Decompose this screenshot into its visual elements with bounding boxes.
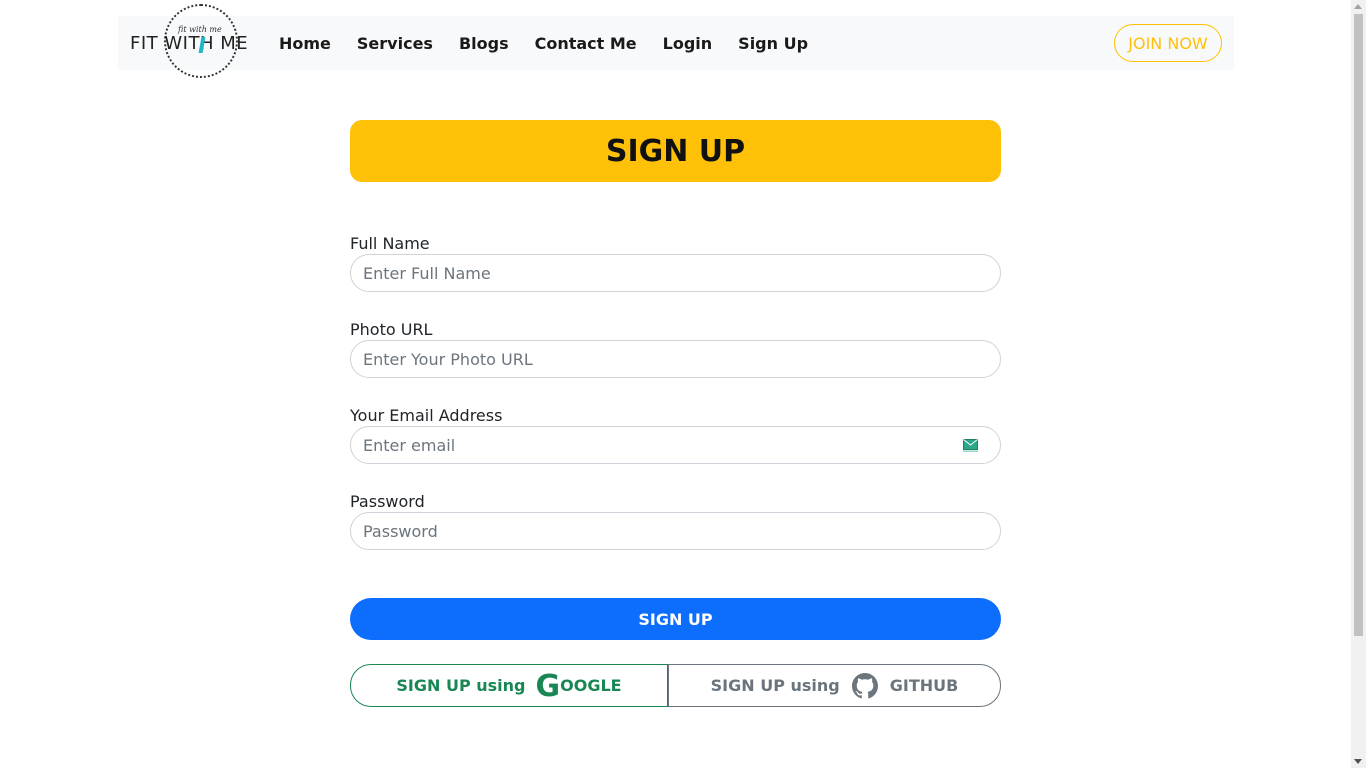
nav-link-services[interactable]: Services bbox=[357, 34, 433, 53]
github-signup-button[interactable]: SIGN UP using GITHUB bbox=[668, 664, 1001, 707]
nav-link-blogs[interactable]: Blogs bbox=[459, 34, 509, 53]
nav-link-signup[interactable]: Sign Up bbox=[738, 34, 808, 53]
signup-form: SIGN UP Full Name Enter Full Name Photo … bbox=[350, 120, 1001, 707]
email-label: Your Email Address bbox=[350, 406, 503, 425]
navbar: fit with me FIT WITH ME Home Services Bl… bbox=[118, 4, 1234, 78]
logo[interactable]: fit with me FIT WITH ME bbox=[130, 4, 250, 78]
password-group: Password Password bbox=[350, 492, 1001, 550]
nav-link-home[interactable]: Home bbox=[279, 34, 331, 53]
github-prefix-text: SIGN UP using bbox=[710, 676, 840, 695]
email-input[interactable]: Enter email bbox=[350, 426, 1001, 464]
photo-url-label: Photo URL bbox=[350, 320, 433, 339]
nav-links: Home Services Blogs Contact Me Login Sig… bbox=[279, 16, 834, 70]
email-icon bbox=[963, 439, 978, 452]
oauth-button-group: SIGN UP using G OOGLE SIGN UP using GITH… bbox=[350, 664, 1001, 707]
scrollbar-thumb[interactable] bbox=[1354, 14, 1363, 636]
github-icon bbox=[851, 672, 878, 699]
google-rest-text: OOGLE bbox=[560, 676, 622, 695]
scroll-up-arrow-icon[interactable] bbox=[1354, 4, 1362, 9]
password-input[interactable]: Password bbox=[350, 512, 1001, 550]
google-signup-button[interactable]: SIGN UP using G OOGLE bbox=[350, 664, 668, 707]
full-name-label: Full Name bbox=[350, 234, 430, 253]
form-title: SIGN UP bbox=[350, 120, 1001, 182]
scroll-down-arrow-icon[interactable] bbox=[1354, 759, 1362, 764]
page-scrollbar[interactable] bbox=[1351, 0, 1366, 768]
nav-link-login[interactable]: Login bbox=[663, 34, 713, 53]
nav-link-contact[interactable]: Contact Me bbox=[535, 34, 637, 53]
password-label: Password bbox=[350, 492, 425, 511]
email-group: Your Email Address Enter email bbox=[350, 406, 1001, 464]
full-name-input[interactable]: Enter Full Name bbox=[350, 254, 1001, 292]
signup-submit-button[interactable]: SIGN UP bbox=[350, 598, 1001, 640]
photo-url-group: Photo URL Enter Your Photo URL bbox=[350, 320, 1001, 378]
google-prefix-text: SIGN UP using bbox=[396, 676, 526, 695]
full-name-group: Full Name Enter Full Name bbox=[350, 234, 1001, 292]
github-label-text: GITHUB bbox=[889, 676, 959, 695]
photo-url-input[interactable]: Enter Your Photo URL bbox=[350, 340, 1001, 378]
google-g-icon: G bbox=[535, 668, 561, 704]
email-placeholder: Enter email bbox=[363, 435, 456, 455]
join-now-button[interactable]: JOIN NOW bbox=[1114, 24, 1222, 62]
logo-text: FIT WITH ME bbox=[130, 33, 249, 54]
